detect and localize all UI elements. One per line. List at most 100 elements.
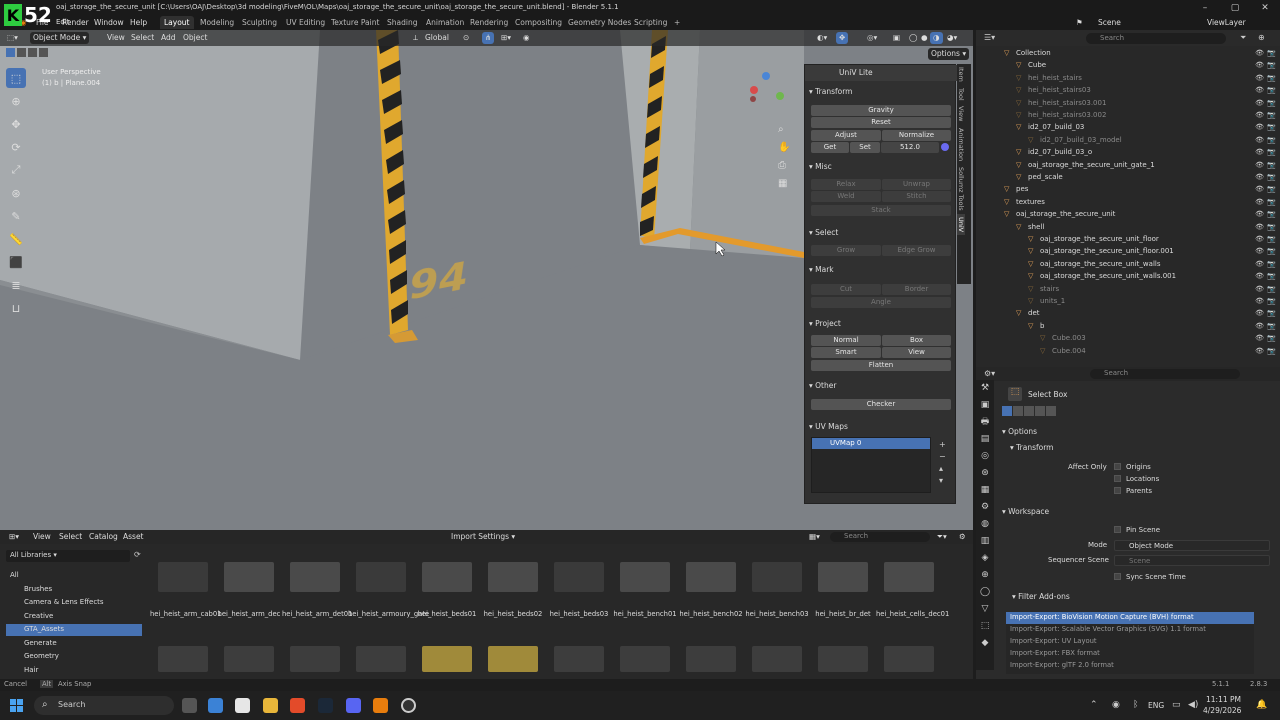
tab-layout[interactable]: Layout bbox=[160, 16, 194, 29]
asset-thumbnail[interactable] bbox=[818, 562, 868, 592]
catalog-item[interactable]: Generate bbox=[6, 638, 142, 650]
outliner-row[interactable]: ▽ oaj_storage_the_secure_unit_walls 👁 📷 bbox=[976, 259, 1280, 272]
asset-item-label[interactable]: hei_heist_bench03 bbox=[744, 610, 810, 619]
outliner-row[interactable]: ▽ hei_heist_stairs03.002 👁 📷 bbox=[976, 110, 1280, 123]
asset-thumbnail[interactable] bbox=[356, 646, 406, 672]
asset-menu-catalog[interactable]: Catalog bbox=[86, 531, 121, 543]
mode-dropdown[interactable]: Object Mode bbox=[1114, 540, 1270, 551]
close-button[interactable]: ✕ bbox=[1250, 0, 1280, 16]
catalog-item[interactable]: Brushes bbox=[6, 584, 142, 596]
cut-button[interactable]: Cut bbox=[811, 284, 881, 295]
outliner-row[interactable]: ▽ Cube 👁 📷 bbox=[976, 60, 1280, 73]
asset-thumbnail[interactable] bbox=[488, 646, 538, 672]
set-button[interactable]: Set bbox=[850, 142, 880, 153]
addon-list[interactable]: Import-Export: BioVision Motion Capture … bbox=[1006, 612, 1254, 674]
locations-checkbox[interactable] bbox=[1114, 475, 1121, 482]
tab-item[interactable]: Item bbox=[957, 64, 965, 85]
asset-thumbnail[interactable] bbox=[422, 562, 472, 592]
texel-picker-icon[interactable] bbox=[941, 143, 949, 151]
sequencer-scene-field[interactable]: Scene bbox=[1114, 555, 1270, 566]
render-camera-icon[interactable]: 📷 bbox=[1267, 173, 1276, 181]
asset-item-label[interactable]: hei_heist_arm_cab01 bbox=[150, 610, 221, 619]
store-icon[interactable] bbox=[235, 698, 250, 713]
outliner-row[interactable]: ▽ det 👁 📷 bbox=[976, 308, 1280, 321]
render-camera-icon[interactable]: 📷 bbox=[1267, 260, 1276, 268]
scene-selector[interactable]: Scene bbox=[1098, 18, 1121, 27]
asset-item-label[interactable]: hei_heist_beds02 bbox=[480, 610, 546, 619]
viewlayer-selector[interactable]: ViewLayer bbox=[1207, 18, 1246, 27]
render-camera-icon[interactable]: 📷 bbox=[1267, 74, 1276, 82]
render-camera-icon[interactable]: 📷 bbox=[1267, 86, 1276, 94]
mode-intersect-icon[interactable] bbox=[1046, 406, 1056, 416]
clock-date[interactable]: 4/29/2026 bbox=[1203, 706, 1241, 715]
outliner-row[interactable]: ▽ id2_07_build_03 👁 📷 bbox=[976, 122, 1280, 135]
shading-rendered-icon[interactable]: ◕▾ bbox=[944, 32, 960, 44]
asset-thumbnail[interactable] bbox=[752, 562, 802, 592]
visibility-eye-icon[interactable]: 👁 bbox=[1255, 49, 1264, 57]
render-camera-icon[interactable]: 📷 bbox=[1267, 247, 1276, 255]
sollumz-tool-icon[interactable]: ≣ bbox=[6, 275, 26, 295]
scale-tool-icon[interactable]: ⤢ bbox=[6, 160, 26, 180]
sync-scene-time-checkbox[interactable] bbox=[1114, 573, 1121, 580]
smart-project-button[interactable]: Smart bbox=[811, 347, 881, 358]
tab-view[interactable]: View bbox=[957, 103, 965, 124]
shading-solid-icon[interactable]: ● bbox=[918, 32, 931, 44]
catalog-item[interactable]: GTA_Assets bbox=[6, 624, 142, 636]
add-cube-tool-icon[interactable]: ⬛ bbox=[6, 252, 26, 272]
minimize-button[interactable]: – bbox=[1190, 0, 1220, 16]
addon-row[interactable]: Import-Export: Scalable Vector Graphics … bbox=[1006, 624, 1254, 636]
border-button[interactable]: Border bbox=[882, 284, 951, 295]
mode-selector[interactable]: Object Mode ▾ bbox=[30, 32, 90, 44]
editor-type-icon[interactable]: ⬚▾ bbox=[4, 32, 21, 44]
properties-search-input[interactable]: Search bbox=[1090, 369, 1240, 379]
steam-icon[interactable] bbox=[318, 698, 333, 713]
render-camera-icon[interactable]: 📷 bbox=[1267, 99, 1276, 107]
menu-view[interactable]: View bbox=[104, 32, 128, 44]
visibility-eye-icon[interactable]: 👁 bbox=[1255, 260, 1264, 268]
brave-icon[interactable] bbox=[290, 698, 305, 713]
catalog-item[interactable]: Geometry bbox=[6, 651, 142, 663]
asset-item-label[interactable]: hei_heist_beds01 bbox=[414, 610, 480, 619]
blender-taskbar-icon[interactable] bbox=[373, 698, 388, 713]
pin-scene-checkbox[interactable] bbox=[1114, 526, 1121, 533]
snap-toggle-icon[interactable]: ⋔ bbox=[482, 32, 495, 44]
render-camera-icon[interactable]: 📷 bbox=[1267, 111, 1276, 119]
render-camera-icon[interactable]: 📷 bbox=[1267, 161, 1276, 169]
menu-select[interactable]: Select bbox=[128, 32, 157, 44]
outliner-row[interactable]: ▽ textures 👁 📷 bbox=[976, 197, 1280, 210]
outliner-search-input[interactable]: Search bbox=[1086, 33, 1226, 44]
asset-item-label[interactable]: hei_heist_bench01 bbox=[612, 610, 678, 619]
tab-sculpting[interactable]: Sculpting bbox=[238, 16, 281, 29]
tab-scripting[interactable]: Scripting bbox=[630, 16, 671, 29]
visibility-eye-icon[interactable]: 👁 bbox=[1255, 136, 1264, 144]
asset-thumbnail[interactable] bbox=[554, 646, 604, 672]
render-camera-icon[interactable]: 📷 bbox=[1267, 322, 1276, 330]
display-mode-icon[interactable]: ▦▾ bbox=[806, 531, 823, 543]
discord-icon[interactable] bbox=[346, 698, 361, 713]
stack-button[interactable]: Stack bbox=[811, 205, 951, 216]
outliner-row[interactable]: ▽ oaj_storage_the_secure_unit_walls.001 👁 📷 bbox=[976, 271, 1280, 284]
uvmap-list[interactable]: UVMap 0 bbox=[811, 437, 931, 493]
overlay-icon[interactable]: ◎▾ bbox=[864, 32, 880, 44]
univ-tool-icon[interactable]: ⊔ bbox=[6, 298, 26, 318]
tray-bluetooth-icon[interactable]: ᛒ bbox=[1133, 700, 1138, 710]
outliner-row[interactable]: ▽ hei_heist_stairs 👁 📷 bbox=[976, 73, 1280, 86]
catalog-item[interactable]: All bbox=[6, 570, 142, 582]
menu-add[interactable]: Add bbox=[158, 32, 179, 44]
outliner-row[interactable]: ▽ hei_heist_stairs03 👁 📷 bbox=[976, 85, 1280, 98]
get-button[interactable]: Get bbox=[811, 142, 849, 153]
orientation-icon[interactable]: ⟂ bbox=[410, 32, 421, 44]
visibility-eye-icon[interactable]: 👁 bbox=[1255, 272, 1264, 280]
add-workspace-button[interactable]: + bbox=[670, 16, 684, 29]
uvmap-list-controls[interactable]: + − ▴ ▾ bbox=[939, 439, 946, 487]
move-tool-icon[interactable]: ✥ bbox=[6, 114, 26, 134]
mode-extend-icon[interactable] bbox=[1013, 406, 1023, 416]
properties-type-icon[interactable]: ⚙▾ bbox=[984, 369, 995, 378]
cursor-tool-icon[interactable]: ⊕ bbox=[6, 91, 26, 111]
clock-time[interactable]: 11:11 PM bbox=[1206, 695, 1241, 704]
render-camera-icon[interactable]: 📷 bbox=[1267, 210, 1276, 218]
outliner-row[interactable]: ▽ oaj_storage_the_secure_unit_floor.001 👁 📷 bbox=[976, 246, 1280, 259]
network-icon[interactable]: ▭ bbox=[1172, 700, 1181, 710]
visibility-icon[interactable]: ◐▾ bbox=[814, 32, 830, 44]
render-camera-icon[interactable]: 📷 bbox=[1267, 136, 1276, 144]
